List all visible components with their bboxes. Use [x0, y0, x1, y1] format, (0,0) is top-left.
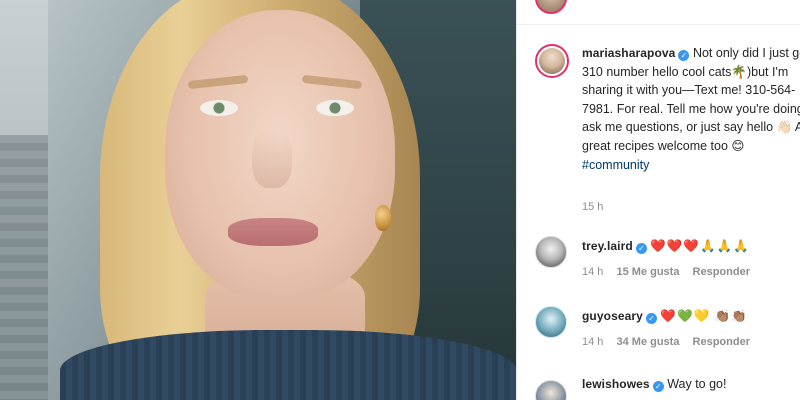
caption-username[interactable]: mariasharapova [582, 46, 675, 60]
comment-text: ❤️💚💛 👏🏽👏🏽 [660, 309, 748, 323]
comment-avatar[interactable] [535, 236, 567, 268]
post-media[interactable] [0, 0, 516, 400]
comment-text: ❤️❤️❤️🙏🙏🙏 [650, 239, 750, 253]
comment-body: lewishowes ✓ Way to go! [582, 377, 726, 392]
caption-hashtag[interactable]: #community [582, 156, 800, 175]
comment-likes[interactable]: 34 Me gusta [616, 336, 679, 348]
comment-reply-button[interactable]: Responder [693, 266, 750, 278]
caption: mariasharapova✓ Not only did I just get … [582, 44, 800, 174]
comment-username[interactable]: guyoseary [582, 309, 643, 323]
comment-avatar[interactable] [535, 306, 567, 338]
caption-text: Not only did I just get a 310 number hel… [582, 46, 800, 153]
comment-body: guyoseary ✓ ❤️💚💛 👏🏽👏🏽 [582, 309, 748, 324]
background-blinds [0, 135, 48, 400]
left-eye [200, 100, 238, 116]
header-divider [517, 24, 800, 25]
caption-avatar[interactable] [535, 44, 569, 78]
person-nose [252, 130, 292, 188]
verified-badge-icon: ✓ [678, 50, 690, 61]
comment-body: trey.laird ✓ ❤️❤️❤️🙏🙏🙏 [582, 239, 750, 254]
person-lips [228, 218, 318, 246]
comment-username[interactable]: trey.laird [582, 239, 633, 253]
earring [375, 205, 391, 231]
comment-meta: 14 h 34 Me gusta Responder [582, 336, 760, 348]
comment-reply-button[interactable]: Responder [693, 336, 750, 348]
caption-avatar-image [539, 48, 565, 74]
header-avatar[interactable] [535, 0, 567, 14]
person-sweater [60, 330, 516, 400]
caption-timestamp[interactable]: 15 h [582, 201, 603, 213]
verified-badge-icon: ✓ [652, 381, 664, 392]
comment-text: Way to go! [667, 377, 727, 391]
right-eye [316, 100, 354, 116]
comment-likes[interactable]: 15 Me gusta [616, 266, 679, 278]
comment-meta: 14 h 15 Me gusta Responder [582, 266, 760, 278]
verified-badge-icon: ✓ [635, 243, 647, 254]
comment-time[interactable]: 14 h [582, 266, 603, 278]
comments-panel: mariasharapova✓ Not only did I just get … [516, 0, 800, 400]
verified-badge-icon: ✓ [645, 313, 657, 324]
comment-avatar[interactable] [535, 380, 567, 400]
comment-username[interactable]: lewishowes [582, 377, 650, 391]
comment-time[interactable]: 14 h [582, 336, 603, 348]
